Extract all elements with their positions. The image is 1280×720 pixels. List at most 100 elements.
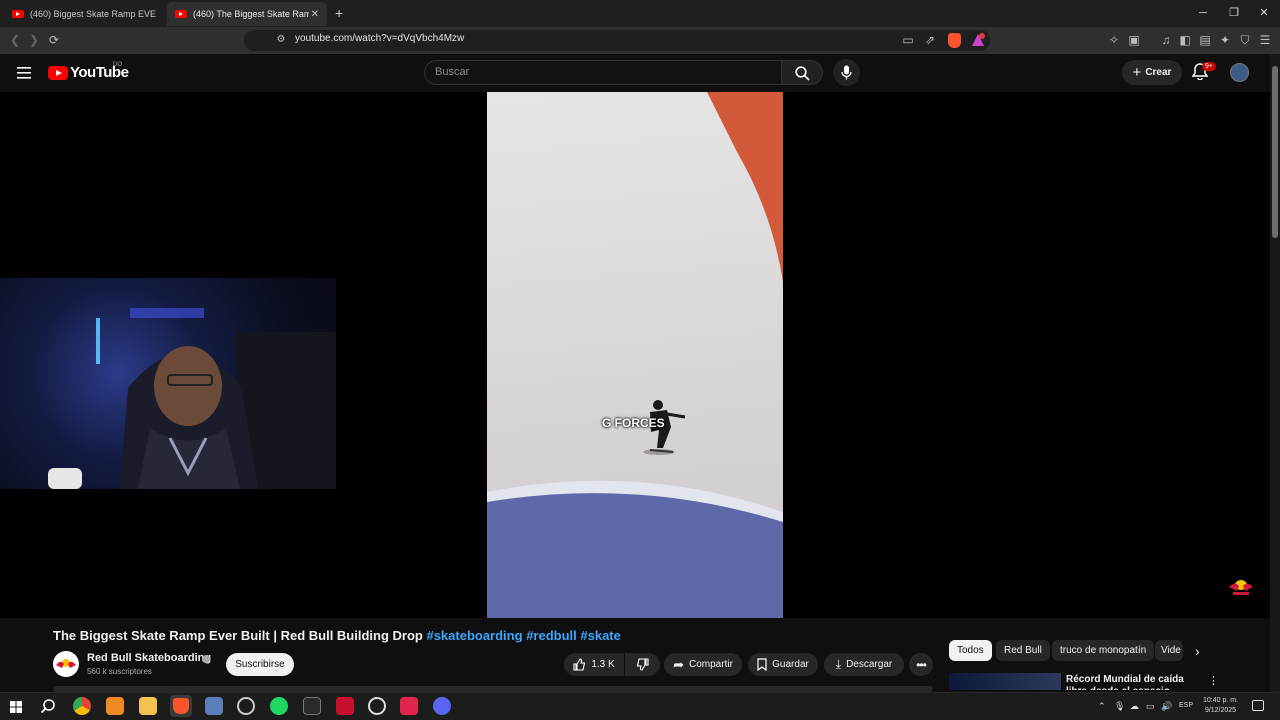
search-input[interactable]: Buscar [424, 60, 782, 85]
video-caption: G FORCES [602, 416, 665, 430]
taskbar-search-icon[interactable] [40, 698, 56, 714]
save-label: Guardar [772, 659, 809, 670]
share-icon[interactable]: ⇗ [921, 31, 939, 49]
brave-shields-icon[interactable] [948, 33, 961, 48]
thumbs-down-icon [636, 658, 649, 671]
recommendation-title[interactable]: Récord Mundial de caída libre desde el e… [1066, 674, 1196, 690]
app-taskbar-icon[interactable] [106, 697, 124, 715]
video-frame[interactable] [487, 92, 783, 618]
clock[interactable]: 10:40 p. m. 9/12/2025 [1203, 696, 1238, 716]
file-explorer-taskbar-icon[interactable] [139, 697, 157, 715]
share-label: Compartir [689, 659, 733, 670]
recommendation-thumbnail[interactable] [949, 673, 1061, 690]
download-label: Descargar [846, 659, 893, 670]
search-button[interactable] [781, 60, 823, 85]
close-tab-icon[interactable]: ✕ [311, 9, 319, 20]
notifications-badge: 9+ [1202, 62, 1216, 71]
screenshot-icon[interactable]: ▣ [1125, 31, 1143, 49]
youtube-logo-icon[interactable] [48, 66, 68, 80]
notification-center-icon[interactable] [1252, 700, 1264, 711]
webcam-overlay [0, 278, 336, 489]
youtube-favicon-icon [175, 10, 187, 18]
hashtag-link[interactable]: #skate [580, 628, 620, 643]
chrome-taskbar-icon[interactable] [73, 697, 91, 715]
tab-active[interactable]: (460) The Biggest Skate Ramp Ev ✕ [167, 2, 327, 26]
subscriber-count: 560 k suscriptores [87, 667, 152, 676]
maximize-button[interactable]: ❐ [1222, 4, 1246, 22]
tray-expand-icon[interactable]: ⌃ [1098, 701, 1106, 712]
dislike-button[interactable] [625, 653, 660, 676]
calculator-taskbar-icon[interactable] [205, 697, 223, 715]
site-settings-icon[interactable]: ⚙ [272, 31, 290, 49]
extensions-icon[interactable]: ✧ [1105, 31, 1123, 49]
hashtag-link[interactable]: #skateboarding [426, 628, 522, 643]
windows-start-icon[interactable] [10, 700, 22, 713]
cloud-tray-icon[interactable]: ☁ [1130, 701, 1139, 712]
video-title: The Biggest Skate Ramp Ever Built | Red … [53, 628, 621, 643]
hamburger-menu-icon[interactable] [17, 66, 31, 79]
clock-time: 10:40 p. m. [1203, 697, 1239, 704]
chevron-right-icon[interactable]: › [1195, 643, 1200, 659]
channel-avatar[interactable] [53, 651, 79, 677]
subscribe-button[interactable]: Suscribirse [226, 653, 294, 676]
share-arrow-icon: ➦ [673, 656, 684, 672]
opera-taskbar-icon[interactable] [400, 697, 418, 715]
spotify-taskbar-icon[interactable] [270, 697, 288, 715]
save-bookmark-icon [757, 658, 767, 671]
microphone-icon [841, 65, 852, 80]
youtube-favicon-icon [12, 10, 24, 18]
media-icon[interactable]: ♫ [1157, 31, 1175, 49]
create-button[interactable]: + Crear [1122, 60, 1182, 85]
volume-tray-icon[interactable]: 🔊 [1161, 701, 1172, 712]
red-bull-watermark-icon [1227, 577, 1255, 597]
sidebar-icon[interactable]: ◧ [1176, 31, 1194, 49]
network-tray-icon[interactable]: ▭ [1146, 701, 1155, 712]
brave-taskbar-icon[interactable] [173, 698, 189, 714]
scrollbar-thumb[interactable] [1272, 66, 1278, 238]
voice-search-button[interactable] [833, 59, 860, 86]
more-actions-button[interactable]: ••• [909, 653, 933, 676]
save-button[interactable]: Guardar [748, 653, 818, 676]
brave-rewards-icon[interactable] [971, 33, 985, 47]
download-button[interactable]: ⤓ Descargar [824, 653, 904, 676]
create-label: Crear [1145, 67, 1172, 78]
reload-icon[interactable]: ⟳ [45, 31, 63, 49]
tab-title: (460) The Biggest Skate Ramp Ev [193, 9, 309, 19]
user-avatar[interactable] [1230, 63, 1249, 82]
minimize-button[interactable]: ─ [1191, 4, 1215, 22]
region-code: DO [113, 62, 122, 68]
back-icon[interactable]: ❮ [6, 31, 24, 49]
clock-date: 9/12/2025 [1204, 707, 1237, 714]
microphone-tray-icon[interactable]: 🎙 [1114, 701, 1125, 712]
thumbs-up-icon [573, 658, 586, 671]
cast-icon[interactable]: ▭ [899, 31, 917, 49]
chip-videos[interactable]: Vide [1155, 640, 1183, 661]
hashtag-link[interactable]: #redbull [526, 628, 577, 643]
like-button[interactable]: 1.3 K [564, 653, 624, 676]
wallet-icon[interactable]: ▤ [1196, 31, 1214, 49]
channel-name[interactable]: Red Bull Skateboarding [87, 652, 211, 664]
verified-icon [202, 655, 210, 663]
url-text[interactable]: youtube.com/watch?v=dVqVbch4Mzw [295, 33, 464, 44]
more-icon: ••• [916, 657, 927, 672]
steam-taskbar-icon[interactable] [237, 697, 255, 715]
discord-taskbar-icon[interactable] [433, 697, 451, 715]
forward-icon[interactable]: ❯ [25, 31, 43, 49]
leo-ai-icon[interactable]: ✦ [1216, 31, 1234, 49]
obs-taskbar-icon[interactable] [368, 697, 386, 715]
recommendation-menu-icon[interactable]: ⋮ [1208, 674, 1219, 687]
new-tab-button[interactable]: + [335, 5, 343, 21]
close-window-button[interactable]: ✕ [1252, 4, 1276, 22]
chip-truco[interactable]: truco de monopatín [1052, 640, 1155, 661]
tab-title: (460) Biggest Skate Ramp EVER (worl [30, 9, 156, 19]
plus-icon: + [1132, 64, 1142, 81]
chip-red-bull[interactable]: Red Bull [996, 640, 1050, 661]
language-indicator[interactable]: ESP [1179, 702, 1193, 709]
vpn-icon[interactable]: ⛉ [1236, 31, 1254, 49]
menu-icon[interactable]: ☰ [1256, 31, 1274, 49]
capcut-taskbar-icon[interactable] [336, 697, 354, 715]
tab-inactive[interactable]: (460) Biggest Skate Ramp EVER (worl [4, 2, 164, 26]
logitech-taskbar-icon[interactable] [303, 697, 321, 715]
chip-todos[interactable]: Todos [949, 640, 992, 661]
share-button[interactable]: ➦ Compartir [664, 653, 742, 676]
